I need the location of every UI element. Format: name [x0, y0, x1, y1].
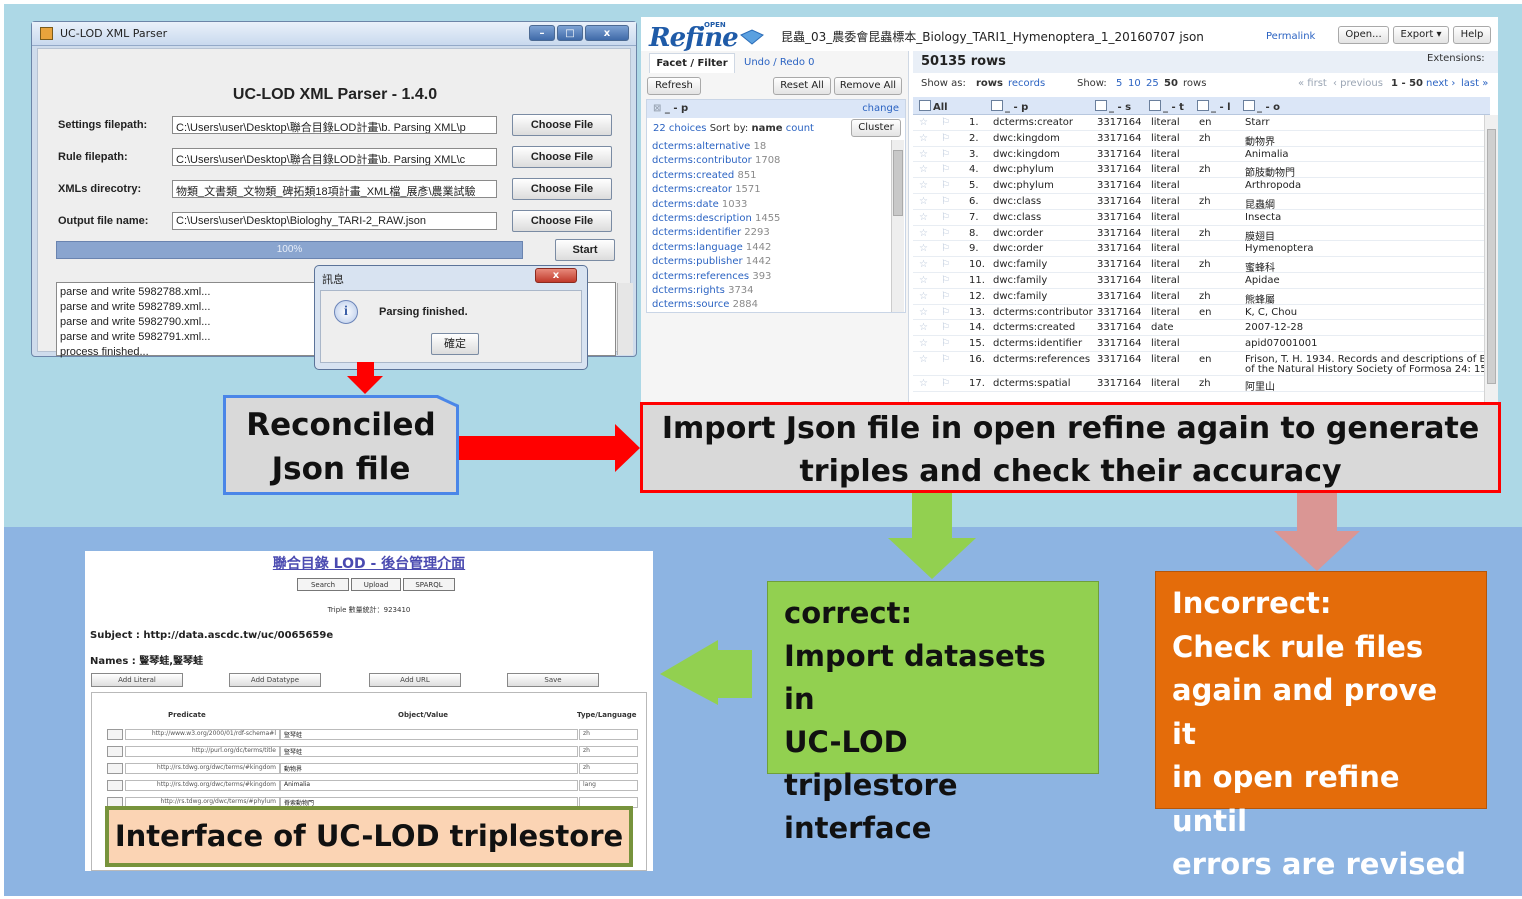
- row-checkbox[interactable]: [107, 746, 123, 757]
- triple-object[interactable]: 豎琴蛙: [280, 746, 578, 757]
- nav-sparql[interactable]: SPARQL: [403, 578, 455, 591]
- correct-line: UC-LOD triplestore: [784, 725, 958, 802]
- reconciled-box-border: [223, 395, 459, 495]
- arrow-down-red: [347, 362, 383, 394]
- arrow-left-green: [660, 640, 752, 705]
- triple-language[interactable]: zh: [579, 763, 638, 774]
- add-literal-button[interactable]: Add Literal: [91, 673, 183, 687]
- triple-count: Triple 數量統計：923410: [327, 606, 411, 614]
- subject-names: Names : 豎琴蛙,豎琴蛙: [90, 656, 204, 667]
- arrow-right-red: [459, 424, 640, 472]
- add-url-button[interactable]: Add URL: [369, 673, 461, 687]
- incorrect-line: Incorrect:: [1172, 586, 1332, 620]
- triple-language[interactable]: zh: [579, 729, 638, 740]
- row-checkbox[interactable]: [107, 763, 123, 774]
- incorrect-box: Incorrect: Check rule files again and pr…: [1155, 571, 1487, 881]
- incorrect-line: in open refine until: [1172, 760, 1400, 838]
- triple-predicate[interactable]: http://www.w3.org/2000/01/rdf-schema#l: [125, 729, 280, 740]
- subject-uri: Subject : http://data.ascdc.tw/uc/006565…: [90, 630, 334, 641]
- correct-line: interface: [784, 811, 932, 845]
- correct-box: correct: Import datasets in UC-LOD tripl…: [767, 581, 1099, 845]
- import-line: triples and check their accuracy: [799, 454, 1342, 489]
- save-button[interactable]: Save: [507, 673, 599, 687]
- predicate-header: Predicate: [168, 711, 206, 719]
- correct-line: Import datasets in: [784, 639, 1046, 716]
- triple-row: http://www.w3.org/2000/01/rdf-schema#l 豎琴…: [107, 729, 638, 740]
- correct-line: correct:: [784, 596, 913, 630]
- arrow-down-pink: [1274, 493, 1360, 571]
- type-language-header: Type/Language: [577, 711, 637, 719]
- nav-upload[interactable]: Upload: [351, 578, 401, 591]
- incorrect-line: Check rule files: [1172, 629, 1424, 664]
- object-header: Object/Value: [398, 711, 449, 719]
- triple-language[interactable]: lang: [579, 780, 638, 791]
- triple-predicate[interactable]: http://purl.org/dc/terms/title: [125, 746, 280, 757]
- triplestore-caption: Interface of UC-LOD triplestore: [105, 806, 633, 867]
- nav-search[interactable]: Search: [297, 578, 349, 591]
- arrow-down-green: [888, 493, 976, 579]
- triple-object[interactable]: 豎琴蛙: [280, 729, 578, 740]
- triple-language[interactable]: zh: [579, 746, 638, 757]
- add-datatype-button[interactable]: Add Datatype: [229, 673, 321, 687]
- triple-predicate[interactable]: http://rs.tdwg.org/dwc/terms/#kingdom: [125, 763, 280, 774]
- incorrect-line: errors are revised: [1172, 847, 1466, 881]
- triple-object[interactable]: Animalia: [280, 780, 578, 791]
- triple-row: http://rs.tdwg.org/dwc/terms/#kingdom 動物界…: [107, 763, 638, 774]
- triplestore-title: 聯合目錄 LOD - 後台管理介面: [272, 556, 466, 572]
- row-checkbox[interactable]: [107, 780, 123, 791]
- row-checkbox[interactable]: [107, 729, 123, 740]
- import-json-box: Import Json file in open refine again to…: [640, 402, 1501, 493]
- triple-object[interactable]: 動物界: [280, 763, 578, 774]
- triple-row: http://purl.org/dc/terms/title 豎琴蛙 zh: [107, 746, 638, 757]
- triple-predicate[interactable]: http://rs.tdwg.org/dwc/terms/#kingdom: [125, 780, 280, 791]
- incorrect-line: again and prove it: [1172, 673, 1438, 751]
- triple-row: http://rs.tdwg.org/dwc/terms/#kingdom Ani…: [107, 780, 638, 791]
- import-line: Import Json file in open refine again to…: [661, 411, 1480, 446]
